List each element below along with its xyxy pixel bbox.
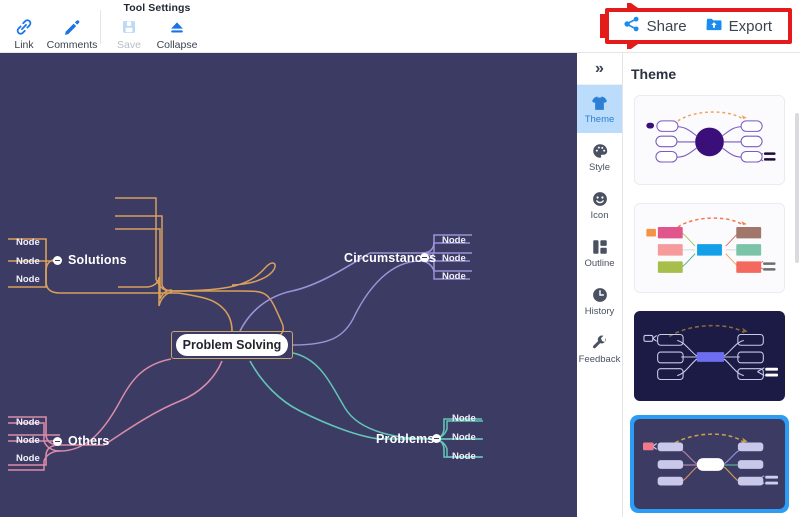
wrench-icon bbox=[591, 333, 609, 353]
collapse-eject-icon bbox=[167, 16, 187, 38]
top-toolbar: Link Comments Tool Settings Save Collaps… bbox=[0, 0, 800, 53]
mindmap-canvas[interactable]: Problem Solving Solutions Node Node Node… bbox=[0, 53, 577, 517]
leaf-circumstances-3[interactable]: Node bbox=[442, 271, 466, 282]
smiley-icon bbox=[591, 189, 609, 209]
leaf-circumstances-2[interactable]: Node bbox=[442, 253, 466, 264]
leaf-solutions-2[interactable]: Node bbox=[16, 256, 40, 267]
toolbar-divider bbox=[100, 10, 101, 44]
theme-panel: Theme bbox=[623, 53, 800, 517]
leaf-others-3[interactable]: Node bbox=[16, 453, 40, 464]
theme-option-3[interactable] bbox=[631, 308, 788, 404]
save-label: Save bbox=[117, 38, 141, 51]
theme-thumb-2 bbox=[634, 203, 785, 293]
tool-settings-group: Tool Settings Save Collapse bbox=[105, 0, 209, 53]
collapse-label: Collapse bbox=[156, 38, 198, 51]
rail-label-theme: Theme bbox=[584, 114, 615, 126]
rail-label-outline: Outline bbox=[584, 258, 615, 270]
rail-item-theme[interactable]: Theme bbox=[577, 85, 622, 133]
leaf-circumstances-1[interactable]: Node bbox=[442, 235, 466, 246]
leaf-solutions-3[interactable]: Node bbox=[16, 274, 40, 285]
root-node-selection[interactable]: Problem Solving bbox=[171, 331, 293, 359]
rail-item-history[interactable]: History bbox=[577, 277, 622, 325]
collapse-toggle-problems[interactable] bbox=[432, 434, 441, 443]
leaf-problems-2[interactable]: Node bbox=[452, 432, 476, 443]
link-icon bbox=[14, 16, 34, 38]
branch-label-problems[interactable]: Problems bbox=[376, 432, 435, 446]
save-lock-icon bbox=[120, 16, 138, 38]
collapse-toggle-circumstances[interactable] bbox=[420, 253, 429, 262]
theme-option-2[interactable] bbox=[631, 200, 788, 296]
toolbar-left-group: Link Comments bbox=[0, 0, 98, 53]
rail-item-style[interactable]: Style bbox=[577, 133, 622, 181]
comments-button[interactable]: Comments bbox=[46, 5, 98, 53]
comments-label: Comments bbox=[46, 38, 98, 51]
theme-thumb-3 bbox=[634, 311, 785, 401]
palette-icon bbox=[591, 141, 609, 161]
circumstances-paths bbox=[239, 234, 472, 332]
leaf-problems-3[interactable]: Node bbox=[452, 451, 476, 462]
theme-thumb-1 bbox=[634, 95, 785, 185]
export-upload-icon bbox=[705, 15, 723, 38]
panel-scrollbar[interactable] bbox=[795, 113, 799, 263]
share-export-highlight-box: Share Export bbox=[604, 8, 792, 44]
link-button[interactable]: Link bbox=[0, 5, 48, 53]
root-node[interactable]: Problem Solving bbox=[176, 334, 288, 356]
others-paths bbox=[8, 360, 223, 466]
rail-label-history: History bbox=[584, 306, 615, 318]
rail-label-feedback: Feedback bbox=[578, 354, 621, 366]
share-button[interactable]: Share bbox=[617, 13, 693, 40]
leaf-problems-1[interactable]: Node bbox=[452, 413, 476, 424]
link-label: Link bbox=[14, 38, 34, 51]
leaf-solutions-1[interactable]: Node bbox=[16, 237, 40, 248]
root-node-label: Problem Solving bbox=[182, 338, 282, 352]
clock-icon bbox=[591, 285, 609, 305]
right-rail: » Theme Style Icon Outline History Feedb… bbox=[577, 53, 623, 517]
rail-label-style: Style bbox=[588, 162, 611, 174]
share-nodes-icon bbox=[623, 15, 641, 38]
branch-label-solutions[interactable]: Solutions bbox=[68, 253, 127, 267]
share-label: Share bbox=[646, 17, 687, 35]
rail-item-feedback[interactable]: Feedback bbox=[577, 325, 622, 373]
branch-label-others[interactable]: Others bbox=[68, 434, 110, 448]
leaf-others-2[interactable]: Node bbox=[16, 435, 40, 446]
leaf-others-1[interactable]: Node bbox=[16, 417, 40, 428]
collapse-panel-chevron-icon[interactable]: » bbox=[577, 53, 622, 85]
theme-option-1[interactable] bbox=[631, 92, 788, 188]
rail-item-icon[interactable]: Icon bbox=[577, 181, 622, 229]
tshirt-icon bbox=[590, 93, 609, 113]
panel-title: Theme bbox=[631, 66, 677, 82]
rail-item-outline[interactable]: Outline bbox=[577, 229, 622, 277]
tool-settings-title: Tool Settings bbox=[123, 2, 191, 14]
theme-option-4[interactable] bbox=[631, 416, 788, 512]
grid-icon bbox=[591, 237, 609, 257]
rail-label-icon: Icon bbox=[590, 210, 609, 222]
collapse-toggle-others[interactable] bbox=[53, 437, 62, 446]
theme-thumb-4 bbox=[634, 419, 785, 509]
collapse-toggle-solutions[interactable] bbox=[53, 256, 62, 265]
solutions-paths bbox=[8, 238, 233, 332]
comment-pen-icon bbox=[62, 16, 82, 38]
problems-paths bbox=[249, 360, 482, 458]
export-button[interactable]: Export bbox=[699, 13, 778, 40]
export-label: Export bbox=[728, 17, 772, 35]
